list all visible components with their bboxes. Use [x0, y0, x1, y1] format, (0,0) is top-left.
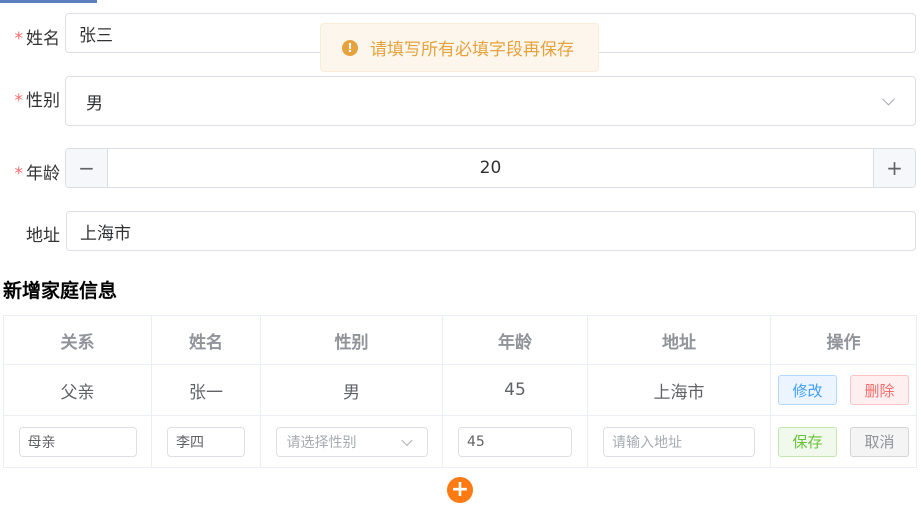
required-mark: * [14, 164, 24, 184]
address-input[interactable]: 上海市 [66, 211, 916, 251]
column-header-name: 姓名 [151, 315, 261, 365]
cell-address: 请输入地址 [587, 415, 771, 468]
cell-gender: 请选择性别 [260, 415, 443, 468]
increment-button[interactable]: + [873, 149, 915, 187]
required-mark: * [14, 29, 24, 49]
edit-button[interactable]: 修改 [778, 375, 837, 405]
cell-actions: 修改 删除 [770, 364, 917, 416]
column-header-gender: 性别 [260, 315, 443, 365]
age-stepper[interactable]: − 20 + [65, 148, 916, 188]
add-row-button[interactable]: + [447, 477, 473, 503]
cell-relation: 父亲 [3, 364, 152, 416]
table-row: 母亲 李四 请选择性别 45 请输入地址 保存 取消 [3, 415, 917, 468]
gender-cell-select[interactable]: 请选择性别 [275, 426, 428, 457]
cell-name: 李四 [151, 415, 261, 468]
name-cell-input[interactable]: 李四 [167, 426, 245, 457]
address-label-text: 地址 [26, 226, 60, 246]
section-title: 新增家庭信息 [3, 280, 118, 302]
cell-actions: 保存 取消 [770, 415, 917, 468]
name-input-value: 张三 [79, 25, 113, 46]
required-mark: * [14, 91, 24, 111]
gender-select[interactable]: 男 [65, 76, 916, 126]
age-stepper-value[interactable]: 20 [108, 149, 873, 187]
address-cell-input[interactable]: 请输入地址 [603, 426, 755, 457]
name-label-text: 姓名 [26, 29, 60, 49]
chevron-down-icon [882, 92, 895, 106]
age-label: * 年龄 [0, 159, 61, 184]
cell-gender: 男 [260, 364, 443, 416]
cell-age: 45 [442, 415, 588, 468]
gender-select-value: 男 [86, 93, 103, 114]
age-cell-input[interactable]: 45 [458, 426, 572, 457]
cancel-button[interactable]: 取消 [850, 426, 909, 457]
decrement-button[interactable]: − [66, 149, 108, 187]
delete-button[interactable]: 删除 [850, 375, 909, 405]
save-button[interactable]: 保存 [778, 426, 837, 457]
cell-address: 上海市 [587, 364, 771, 416]
address-label: 地址 [0, 221, 60, 246]
table-header-row: 关系 姓名 性别 年龄 地址 操作 [3, 315, 917, 365]
cell-name: 张一 [151, 364, 261, 416]
chevron-down-icon [400, 434, 413, 446]
gender-cell-placeholder: 请选择性别 [286, 434, 357, 451]
cell-age: 45 [442, 364, 588, 416]
age-label-text: 年龄 [26, 164, 60, 184]
column-header-age: 年龄 [442, 315, 588, 365]
name-label: * 姓名 [0, 24, 61, 49]
address-input-value: 上海市 [80, 223, 131, 244]
warning-toast-text: 请填写所有必填字段再保存 [370, 40, 574, 60]
column-header-relation: 关系 [3, 315, 152, 365]
warning-icon: ! [342, 39, 358, 56]
relation-input[interactable]: 母亲 [18, 426, 137, 457]
table-row: 父亲 张一 男 45 上海市 修改 删除 [3, 364, 917, 416]
column-header-actions: 操作 [770, 315, 917, 365]
gender-label: * 性别 [0, 86, 61, 111]
top-accent-bar [0, 0, 97, 3]
warning-toast: ! 请填写所有必填字段再保存 [320, 23, 599, 72]
column-header-address: 地址 [587, 315, 771, 365]
gender-label-text: 性别 [26, 91, 60, 111]
cell-relation: 母亲 [3, 415, 152, 468]
family-table: 关系 姓名 性别 年龄 地址 操作 父亲 张一 男 45 上海市 修改 删除 母亲… [3, 315, 917, 468]
